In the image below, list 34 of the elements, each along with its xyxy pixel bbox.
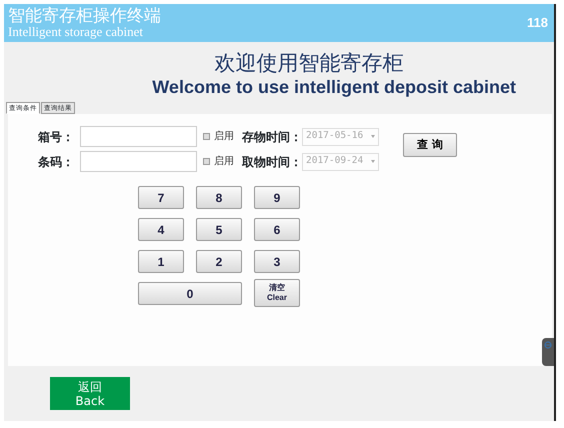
date-value: 2017-05-16 — [306, 129, 364, 144]
keypad-key[interactable]: 1 — [138, 250, 184, 273]
keypad-key[interactable]: 3 — [254, 250, 300, 273]
checkbox-label: 启用 — [214, 130, 234, 144]
keypad-key[interactable]: 9 — [254, 186, 300, 209]
back-button[interactable]: 返回 Back — [50, 377, 130, 410]
clear-key[interactable]: 清空 Clear — [254, 279, 300, 307]
dropdown-caret-icon — [371, 160, 375, 163]
circle-icon — [544, 341, 552, 349]
keypad-key[interactable]: 8 — [196, 186, 242, 209]
date-label: 存物时间： — [242, 128, 302, 146]
keypad-key[interactable]: 4 — [138, 218, 184, 241]
dropdown-caret-icon — [371, 135, 375, 138]
keypad-key[interactable]: 0 — [138, 282, 242, 305]
keypad-key[interactable]: 6 — [254, 218, 300, 241]
side-handle[interactable] — [542, 338, 554, 366]
app-title: 智能寄存柜操作终端 — [8, 7, 161, 25]
input-field[interactable] — [80, 151, 197, 172]
field-label: 条码： — [38, 154, 75, 170]
query-button[interactable]: 查 询 — [403, 133, 457, 157]
field-label: 箱号： — [38, 128, 75, 146]
keypad-key[interactable]: 2 — [196, 250, 242, 273]
date-value: 2017-09-24 — [306, 154, 364, 168]
keypad-key[interactable]: 7 — [138, 186, 184, 209]
keypad-key[interactable]: 5 — [196, 218, 242, 241]
input-field[interactable] — [80, 126, 197, 147]
terminal-number: 118 — [527, 14, 548, 32]
checkbox[interactable] — [203, 158, 210, 165]
checkbox-label: 启用 — [214, 154, 234, 169]
checkbox[interactable] — [203, 133, 210, 140]
date-label: 取物时间： — [242, 154, 302, 170]
app-subtitle: Intelligent storage cabinet — [8, 25, 144, 39]
welcome-subtitle: Welcome to use intelligent deposit cabinet — [151, 76, 517, 98]
welcome-title: 欢迎使用智能寄存柜 — [214, 50, 404, 76]
